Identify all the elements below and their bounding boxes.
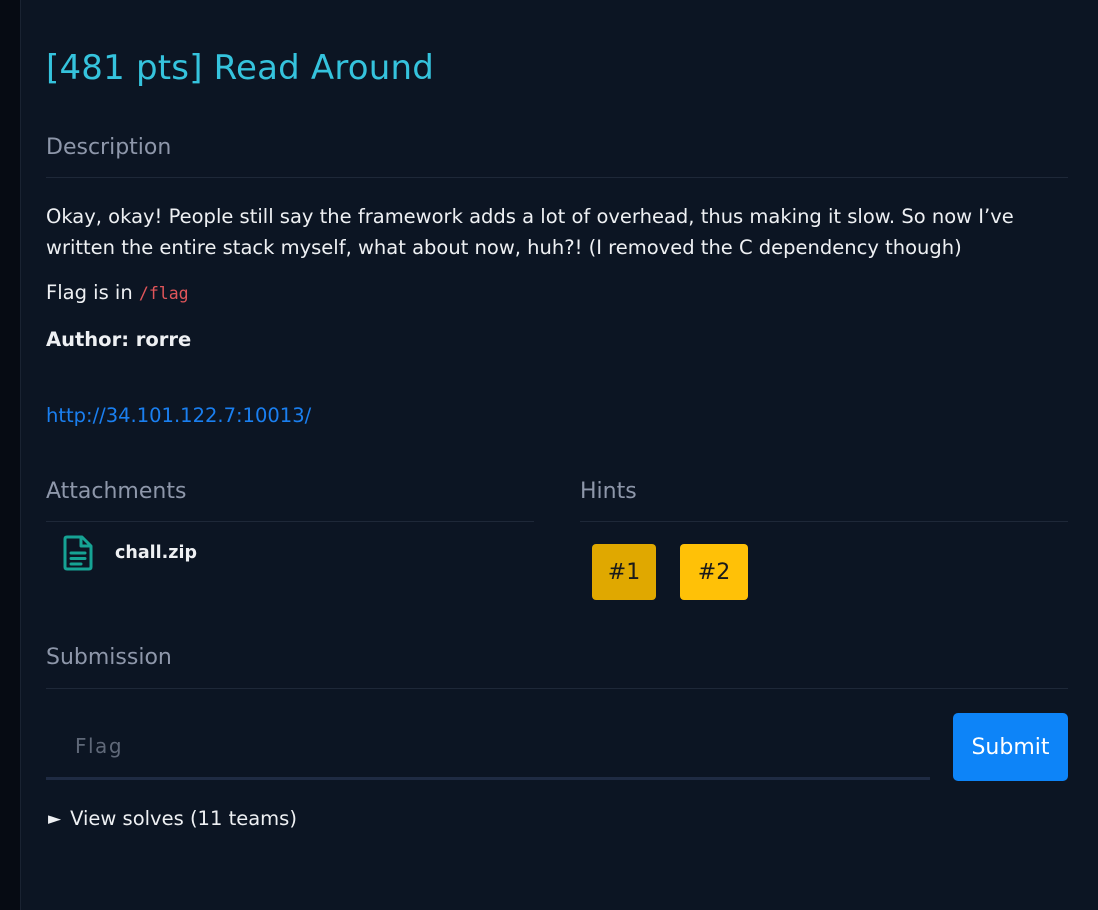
submission-heading: Submission (46, 645, 172, 670)
description-divider (46, 177, 1068, 178)
submit-button[interactable]: Submit (953, 713, 1068, 781)
hint-1-button[interactable]: #1 (592, 544, 656, 600)
attachments-heading: Attachments (46, 479, 187, 504)
attachment-filename[interactable]: chall.zip (115, 543, 197, 563)
flag-input[interactable] (46, 714, 930, 780)
challenge-url-link[interactable]: http://34.101.122.7:10013/ (46, 404, 311, 427)
flag-location: Flag is in /flag (46, 281, 189, 304)
view-solves-label: View solves (11 teams) (70, 807, 297, 830)
hint-2-button[interactable]: #2 (680, 544, 748, 600)
flag-location-label: Flag is in (46, 281, 139, 304)
sidebar-edge (0, 0, 21, 910)
description-heading: Description (46, 135, 172, 160)
hints-heading: Hints (580, 479, 637, 504)
submission-divider (46, 688, 1068, 689)
description-text: Okay, okay! People still say the framewo… (46, 205, 1014, 259)
view-solves-toggle[interactable]: ► View solves (11 teams) (48, 807, 297, 830)
attachment-item[interactable]: chall.zip (62, 535, 197, 571)
file-document-icon (63, 535, 93, 571)
attachments-divider (46, 521, 534, 522)
challenge-title: [481 pts] Read Around (46, 48, 435, 88)
author-line: Author: rorre (46, 328, 192, 351)
flag-path-code: /flag (138, 284, 189, 303)
expand-arrow-icon: ► (48, 808, 62, 829)
hints-divider (580, 521, 1068, 522)
